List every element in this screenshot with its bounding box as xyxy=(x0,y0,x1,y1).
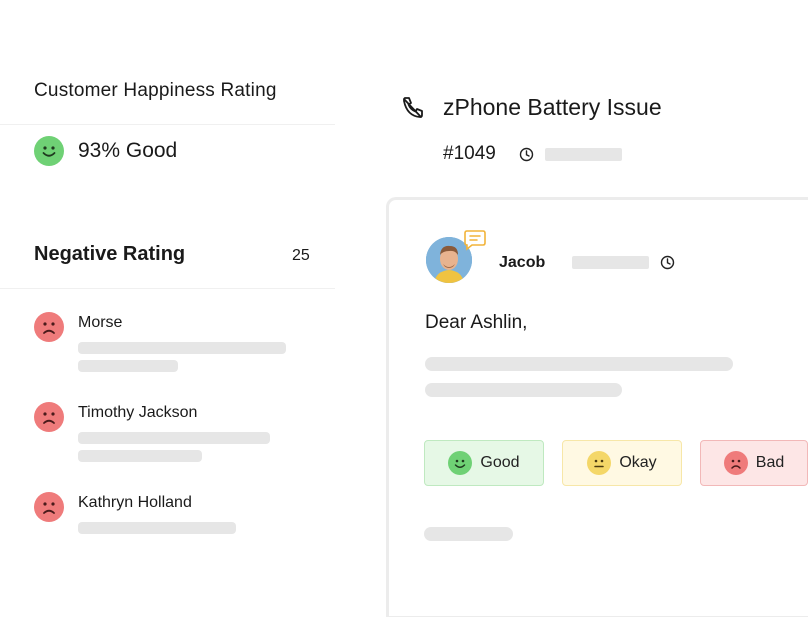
list-item-name: Kathryn Holland xyxy=(78,494,192,511)
list-item-name: Timothy Jackson xyxy=(78,404,198,421)
list-item-name: Morse xyxy=(78,314,123,331)
happiness-title: Customer Happiness Rating xyxy=(34,80,277,101)
placeholder-line xyxy=(78,432,270,444)
phone-call-icon xyxy=(399,94,427,122)
placeholder-line xyxy=(424,527,513,541)
frown-face-icon xyxy=(34,492,64,522)
clock-icon xyxy=(519,147,534,162)
negative-rating-count: 25 xyxy=(292,247,310,264)
placeholder-line xyxy=(78,342,286,354)
smile-face-icon xyxy=(34,136,64,166)
ticket-id: #1049 xyxy=(443,143,496,164)
sender-name: Jacob xyxy=(499,254,546,271)
rating-bad-button[interactable]: Bad xyxy=(700,440,808,486)
placeholder-line xyxy=(78,522,236,534)
placeholder-line xyxy=(572,256,649,269)
placeholder-line xyxy=(78,450,202,462)
placeholder-line xyxy=(425,383,622,397)
rating-good-button[interactable]: Good xyxy=(424,440,544,486)
placeholder-line xyxy=(425,357,733,371)
negative-rating-title: Negative Rating xyxy=(34,243,186,265)
happiness-score: 93% Good xyxy=(78,139,178,162)
rating-okay-button[interactable]: Okay xyxy=(562,440,682,486)
placeholder-line xyxy=(545,148,622,161)
ticket-title: zPhone Battery Issue xyxy=(443,94,662,120)
rating-label: Good xyxy=(480,454,520,471)
smile-face-icon xyxy=(448,451,473,475)
rating-label: Bad xyxy=(755,454,785,471)
frown-face-icon xyxy=(723,451,748,475)
placeholder-line xyxy=(78,360,178,372)
message-greeting: Dear Ashlin, xyxy=(425,312,528,333)
clock-icon xyxy=(660,255,675,270)
frown-face-icon xyxy=(34,402,64,432)
divider xyxy=(0,124,335,125)
neutral-face-icon xyxy=(587,451,612,475)
rating-label: Okay xyxy=(619,454,657,471)
frown-face-icon xyxy=(34,312,64,342)
chat-bubble-icon xyxy=(463,229,487,251)
divider xyxy=(0,288,335,289)
